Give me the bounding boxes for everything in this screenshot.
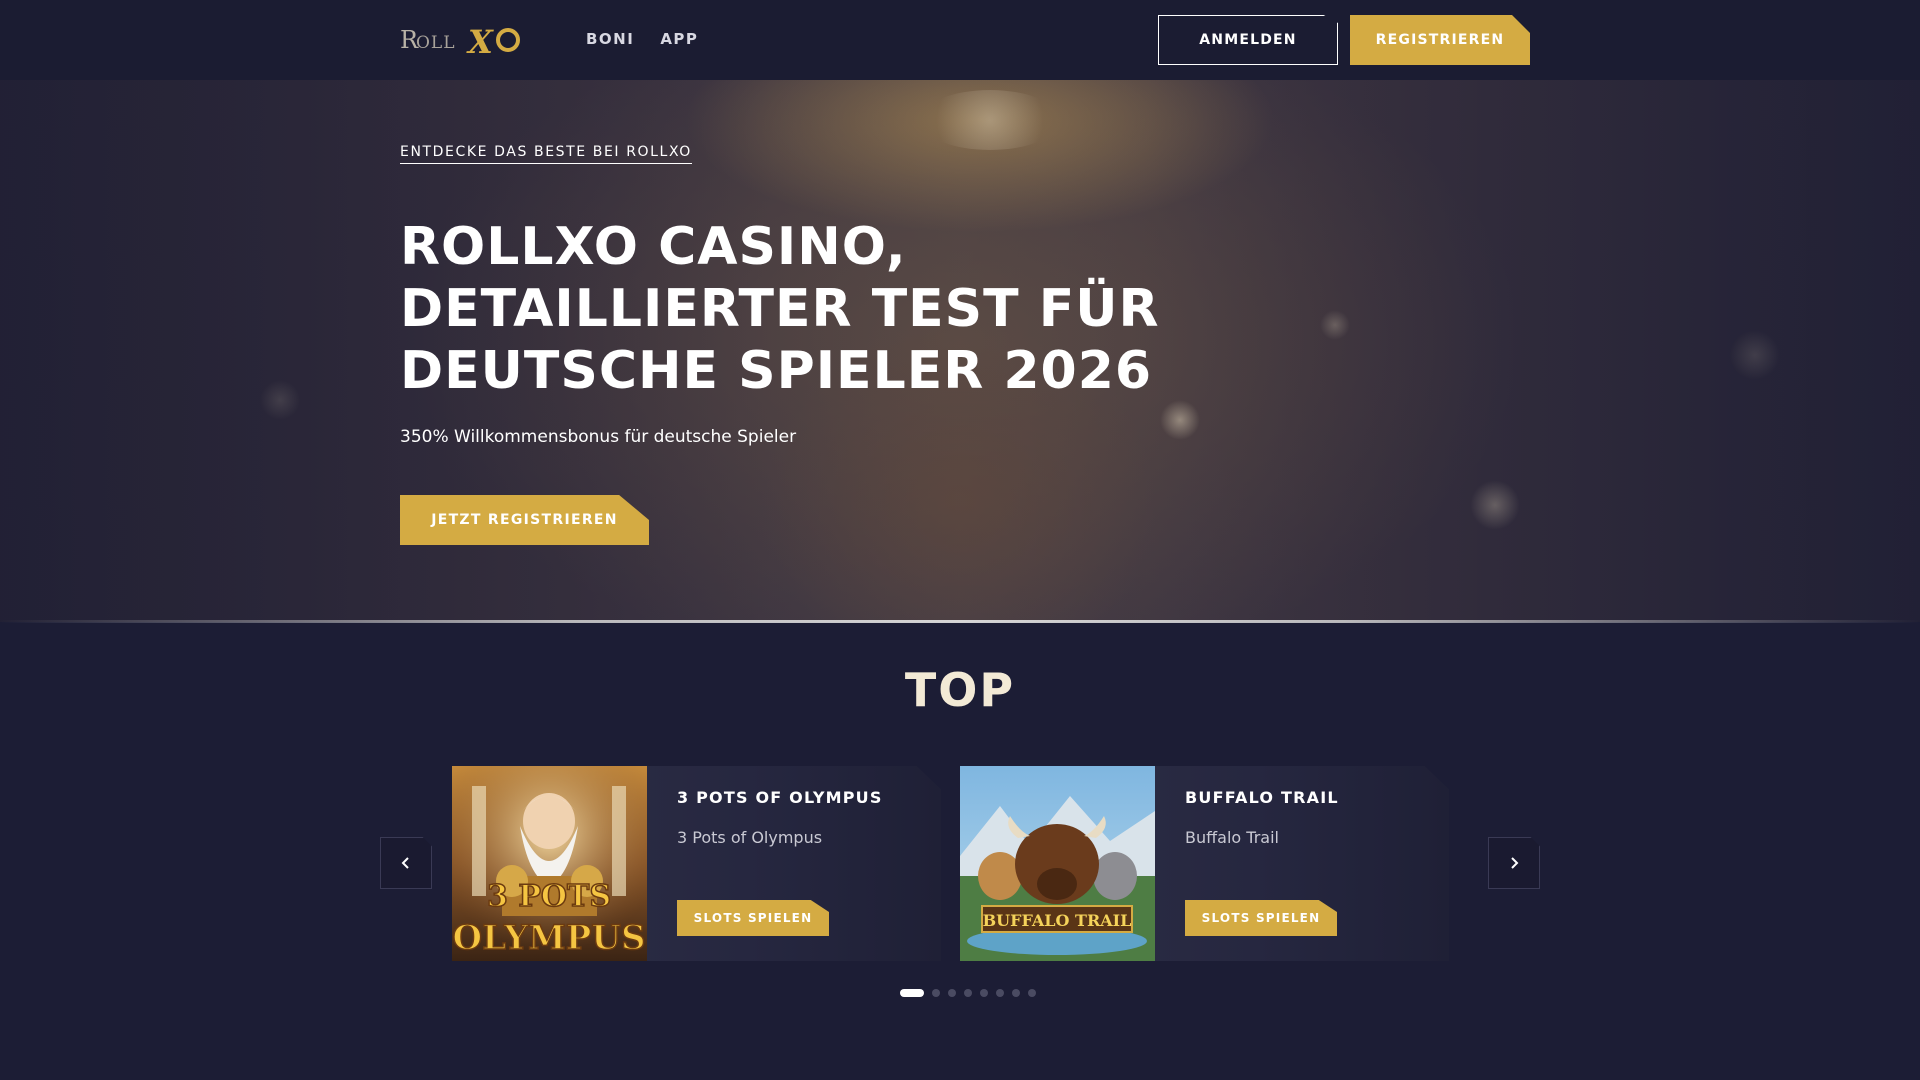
top-section-title: TOP: [904, 663, 1016, 717]
carousel-dot[interactable]: [1012, 989, 1020, 997]
carousel-dot[interactable]: [932, 989, 940, 997]
carousel-dot[interactable]: [900, 989, 924, 997]
hero-register-button[interactable]: JETZT REGISTRIEREN: [400, 495, 649, 545]
olympus-artwork: 3 POTS OLYMPUS: [452, 766, 647, 961]
login-button[interactable]: ANMELDEN: [1158, 15, 1338, 65]
carousel-dot[interactable]: [980, 989, 988, 997]
svg-text:X: X: [466, 23, 494, 58]
game-title: BUFFALO TRAIL: [1185, 788, 1339, 807]
game-title: 3 POTS OF OLYMPUS: [677, 788, 883, 807]
carousel-dot[interactable]: [1028, 989, 1036, 997]
game-thumbnail[interactable]: 3 POTS OLYMPUS: [452, 766, 647, 961]
hero-subtitle: 350% Willkommensbonus für deutsche Spiel…: [400, 427, 797, 447]
hero-banner: ENTDECKE DAS BESTE BEI ROLLXO ROLLXO CAS…: [0, 80, 1920, 622]
site-header: R OLL X BONI APP ANMELDEN REGISTRIEREN: [0, 0, 1920, 80]
carousel-dot[interactable]: [948, 989, 956, 997]
play-slots-button[interactable]: SLOTS SPIELEN: [1185, 900, 1337, 936]
rollxo-logo[interactable]: R OLL X: [400, 22, 524, 61]
chevron-right-icon: [1511, 857, 1519, 869]
svg-text:OLL: OLL: [416, 33, 456, 53]
play-slots-button[interactable]: SLOTS SPIELEN: [677, 900, 829, 936]
carousel-next-button[interactable]: [1488, 837, 1540, 889]
thumb-text: 3 POTS: [487, 879, 611, 914]
nav-link-boni[interactable]: BONI: [586, 28, 634, 50]
thumb-text: OLYMPUS: [452, 918, 645, 958]
game-subtitle: Buffalo Trail: [1185, 828, 1279, 847]
game-thumbnail[interactable]: BUFFALO TRAIL: [960, 766, 1155, 961]
section-divider: [0, 620, 1920, 623]
game-card[interactable]: 3 POTS OLYMPUS 3 POTS OF OLYMPUS 3 Pots …: [452, 766, 941, 961]
hero-kicker: ENTDECKE DAS BESTE BEI ROLLXO: [400, 144, 692, 164]
game-card[interactable]: BUFFALO TRAIL BUFFALO TRAIL Buffalo Trai…: [960, 766, 1449, 961]
hero-title-line: DETAILLIERTER TEST FÜR: [400, 279, 1160, 339]
register-button[interactable]: REGISTRIEREN: [1350, 15, 1530, 65]
hero-title-line: ROLLXO CASINO,: [400, 217, 907, 277]
carousel-dot[interactable]: [996, 989, 1004, 997]
logo-mark: R OLL X: [400, 23, 520, 61]
nav-link-app[interactable]: APP: [660, 28, 698, 50]
carousel-pagination: [900, 989, 1036, 997]
hero-title-line: DEUTSCHE SPIELER 2026: [400, 341, 1153, 401]
game-subtitle: 3 Pots of Olympus: [677, 828, 823, 847]
buffalo-artwork: BUFFALO TRAIL: [960, 766, 1155, 961]
carousel-dot[interactable]: [964, 989, 972, 997]
hero-title: ROLLXO CASINO, DETAILLIERTER TEST FÜR DE…: [400, 216, 1160, 402]
carousel-prev-button[interactable]: [380, 837, 432, 889]
main-nav: BONI APP: [586, 28, 698, 50]
thumb-text: BUFFALO TRAIL: [983, 911, 1132, 930]
chevron-left-icon: [401, 857, 409, 869]
